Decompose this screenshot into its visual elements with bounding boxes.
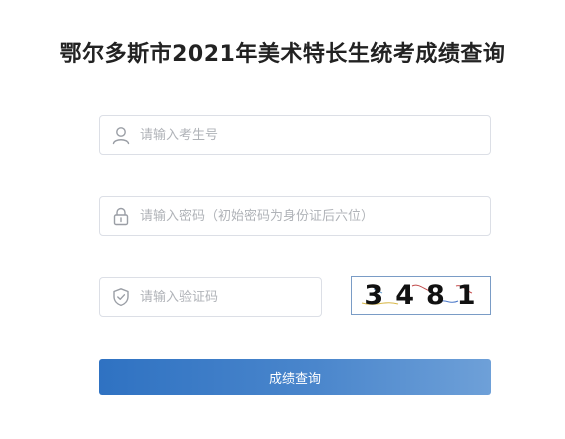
password-input[interactable]	[140, 197, 480, 235]
captcha-image[interactable]: 3481	[351, 276, 491, 315]
captcha-field[interactable]	[99, 277, 322, 317]
exam-number-field[interactable]	[99, 115, 491, 155]
login-page: 鄂尔多斯市2021年美术特长生统考成绩查询 请输入考生号 请输入验证码 3481…	[0, 0, 565, 439]
exam-number-input[interactable]	[140, 116, 480, 154]
lock-icon	[111, 206, 131, 226]
user-icon	[111, 125, 131, 145]
page-title: 鄂尔多斯市2021年美术特长生统考成绩查询	[59, 42, 506, 67]
query-score-button[interactable]: 成绩查询	[99, 359, 491, 395]
password-field[interactable]	[99, 196, 491, 236]
shield-check-icon	[111, 287, 131, 307]
captcha-code: 3481	[364, 280, 488, 311]
captcha-input[interactable]	[140, 278, 310, 316]
